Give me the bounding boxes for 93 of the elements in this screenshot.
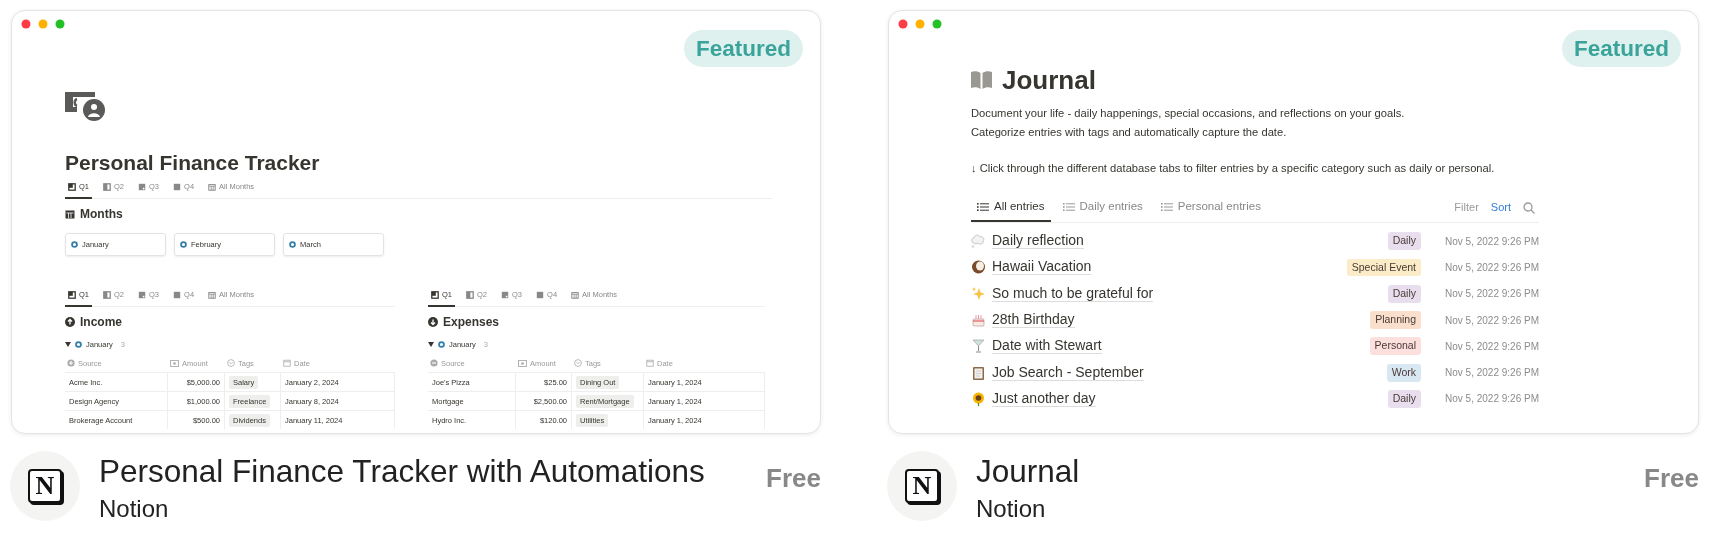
view-tab[interactable]: Daily entries	[1056, 193, 1149, 222]
entry-date: Nov 5, 2022 9:26 PM	[1444, 287, 1539, 302]
plus-circle-icon	[67, 359, 75, 368]
view-tab[interactable]: All entries	[971, 193, 1051, 222]
page-title: Journal	[1002, 65, 1096, 95]
calendar-icon	[646, 359, 654, 368]
template-title[interactable]: Journal	[976, 453, 1080, 489]
square-icon	[103, 183, 111, 191]
entry-title[interactable]: 28th Birthday	[992, 312, 1075, 329]
section-heading: Expenses	[443, 314, 500, 331]
square-icon	[501, 291, 510, 299]
calendar-icon	[208, 183, 217, 191]
instruction-text: ↓ Click through the different database tabs to filter entries by a specific category such as daily or personal.	[971, 161, 1496, 176]
tag: Daily	[1387, 390, 1421, 408]
entry-title[interactable]: Job Search - September	[992, 364, 1144, 381]
sort-button[interactable]: Sort	[1490, 199, 1511, 216]
cocktail-glass-icon	[971, 339, 986, 354]
sunflower-icon	[971, 391, 986, 406]
calendar-icon	[208, 291, 217, 299]
calendar-icon	[571, 291, 580, 299]
list-icon	[1160, 201, 1173, 212]
author-name: Notion	[99, 495, 170, 523]
arrow-up-circle-icon	[65, 317, 75, 327]
thought-bubble-icon	[971, 234, 986, 249]
clipboard-icon	[971, 365, 986, 380]
template-preview-card[interactable]	[11, 10, 821, 434]
status-ring-icon	[180, 241, 187, 248]
view-tab[interactable]: Personal entries	[1154, 193, 1267, 222]
banknote-icon	[170, 359, 179, 367]
section-heading: Months	[80, 206, 123, 223]
tag: Daily	[1387, 232, 1421, 250]
chevron-circle-icon	[574, 359, 582, 368]
sparkles-icon	[971, 286, 986, 301]
status-ring-icon	[438, 341, 445, 349]
template-preview-card[interactable]	[888, 10, 1699, 434]
chevron-circle-icon	[227, 359, 235, 368]
square-icon	[466, 291, 474, 299]
window-controls-icon	[897, 18, 943, 30]
square-icon	[103, 291, 111, 299]
square-icon	[138, 291, 147, 299]
page-title: Personal Finance Tracker	[65, 150, 321, 176]
price: Free	[1644, 462, 1699, 495]
price: Free	[766, 462, 821, 495]
entry-title[interactable]: Daily reflection	[992, 233, 1084, 250]
entry-date: Nov 5, 2022 9:26 PM	[1444, 366, 1539, 381]
banknote-icon	[518, 359, 527, 367]
status-ring-icon	[289, 241, 296, 248]
tag: Planning	[1370, 311, 1421, 329]
square-icon	[68, 183, 76, 191]
entry-date: Nov 5, 2022 9:26 PM	[1444, 392, 1539, 407]
caret-icon	[428, 342, 434, 348]
square-icon	[68, 291, 76, 299]
window-controls-icon	[20, 18, 66, 30]
tag: Personal	[1369, 337, 1421, 356]
entry-date: Nov 5, 2022 9:26 PM	[1444, 339, 1539, 354]
featured-badge: Featured	[1561, 30, 1681, 67]
cake-icon	[971, 313, 986, 328]
template-title[interactable]: Personal Finance Tracker with Automations	[99, 453, 705, 489]
description-line: Document your life - daily happenings, special occasions, and reflections on your goals.	[971, 106, 1406, 121]
caret-icon	[65, 342, 71, 348]
section-heading: Income	[80, 314, 122, 331]
description-line: Categorize entries with tags and automatically capture the date.	[971, 125, 1288, 140]
tag: Daily	[1387, 284, 1421, 303]
calendar-icon	[283, 359, 291, 368]
book-icon	[971, 71, 992, 89]
arrow-down-circle-icon	[428, 317, 438, 327]
entry-title[interactable]: Date with Stewart	[992, 338, 1102, 355]
logo: N	[905, 469, 939, 503]
square-icon	[173, 291, 182, 299]
entry-date: Nov 5, 2022 9:26 PM	[1444, 234, 1539, 249]
tag: Special Event	[1346, 258, 1421, 277]
square-icon	[431, 291, 439, 299]
author-name: Notion	[976, 495, 1047, 523]
entry-date: Nov 5, 2022 9:26 PM	[1444, 313, 1539, 328]
search-icon	[1523, 201, 1535, 214]
entry-title[interactable]: So much to be grateful for	[992, 285, 1154, 302]
minus-circle-icon	[430, 359, 438, 368]
tag: Work	[1386, 363, 1421, 382]
status-ring-icon	[71, 241, 78, 248]
entry-date: Nov 5, 2022 9:26 PM	[1444, 260, 1539, 275]
status-ring-icon	[75, 341, 82, 349]
banknote-coin-icon	[65, 90, 107, 122]
entry-title[interactable]: Hawaii Vacation	[992, 259, 1092, 276]
entry-title[interactable]: Just another day	[992, 390, 1096, 407]
list-icon	[1062, 201, 1075, 212]
square-icon	[173, 183, 182, 191]
calendar-icon	[65, 209, 75, 219]
logo: N	[28, 469, 62, 503]
square-icon	[138, 183, 147, 191]
square-icon	[536, 291, 545, 299]
list-icon	[977, 201, 989, 212]
featured-badge: Featured	[683, 30, 803, 67]
coconut-icon	[971, 260, 986, 275]
